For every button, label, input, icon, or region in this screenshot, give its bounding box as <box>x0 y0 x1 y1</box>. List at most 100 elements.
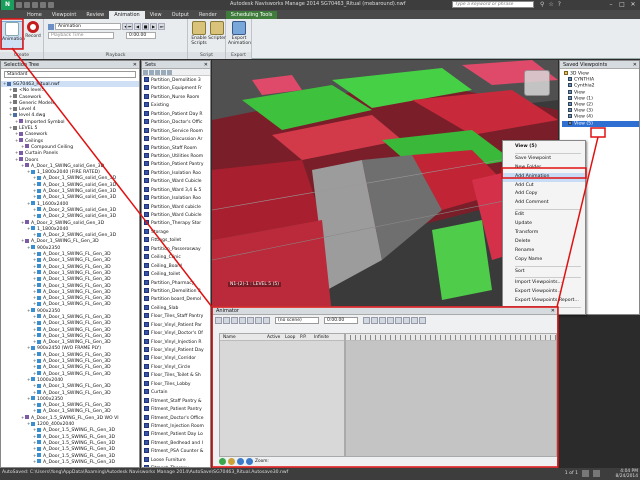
set-item[interactable]: Fitment_Doctor's Office <box>142 414 210 423</box>
menu-item-add-copy[interactable]: Add Copy <box>503 190 585 199</box>
column-header[interactable]: Active <box>264 334 282 340</box>
set-item[interactable]: Partition_Ward 3,4 & 5 <box>142 186 210 195</box>
column-header[interactable]: Name <box>220 334 264 340</box>
move-up-icon[interactable] <box>237 458 244 465</box>
menu-item-delete[interactable]: Delete <box>503 238 585 247</box>
stop-icon[interactable] <box>395 317 402 324</box>
set-item[interactable]: Partition_Isolation Roo <box>142 195 210 203</box>
set-item[interactable]: Loose Furniture <box>142 456 210 465</box>
move-down-icon[interactable] <box>246 458 253 465</box>
menu-item-import-viewpoints[interactable]: Import Viewpoints... <box>503 279 585 288</box>
delete-icon[interactable] <box>167 70 172 75</box>
set-item[interactable]: Partition_Pharmacy <box>142 279 210 288</box>
set-item[interactable]: Fitment_Injection Room <box>142 422 210 431</box>
app-menu-button[interactable]: N <box>1 0 14 10</box>
maximize-button[interactable]: □ <box>617 0 627 9</box>
set-item[interactable]: Ceiling_Board <box>142 262 210 271</box>
column-header[interactable]: P.P. <box>297 334 311 340</box>
set-item[interactable]: Existing <box>142 102 210 110</box>
record-button[interactable]: Record <box>22 21 44 49</box>
set-item[interactable]: Fitment_Bedhead and I <box>142 439 210 448</box>
play-reverse-icon[interactable] <box>379 317 386 324</box>
translate-icon[interactable] <box>215 317 222 324</box>
step-forward-icon[interactable] <box>411 317 418 324</box>
new-folder-icon[interactable] <box>155 70 160 75</box>
set-item[interactable]: Fittings_toilet <box>142 237 210 245</box>
snap-icon[interactable] <box>263 317 270 324</box>
step-back-icon[interactable] <box>371 317 378 324</box>
help-icon[interactable]: ? <box>558 1 561 9</box>
set-item[interactable]: Fitment_Staff Pantry & <box>142 397 210 406</box>
undo-icon[interactable] <box>32 2 38 8</box>
menu-item-save-viewpoint[interactable]: Save Viewpoint <box>503 155 585 164</box>
set-item[interactable]: Partition_Patient Day R <box>142 110 210 119</box>
column-header[interactable]: Loop <box>282 334 297 340</box>
set-item[interactable]: Partition_Therapy Stor <box>142 220 210 228</box>
viewcube-icon[interactable] <box>524 70 550 96</box>
save-selection-icon[interactable] <box>143 70 148 75</box>
set-item[interactable]: Fitment_Patient Day Lo <box>142 431 210 439</box>
set-item[interactable]: Floor_Vinyl_Injection R <box>142 338 210 347</box>
tab-scheduling-tools[interactable]: Scheduling Tools <box>225 11 278 19</box>
set-item[interactable]: Ceiling_toilet <box>142 271 210 279</box>
color-icon[interactable] <box>239 317 246 324</box>
set-item[interactable]: Partition_Isolation Roo <box>142 169 210 178</box>
set-item[interactable]: Partition_Doctor's Offic <box>142 119 210 127</box>
tab-view[interactable]: View <box>145 11 167 19</box>
sheet-browser-icon[interactable] <box>582 470 589 477</box>
menu-item-new-folder[interactable]: New Folder <box>503 164 585 173</box>
duplicate-icon[interactable] <box>161 70 166 75</box>
set-item[interactable]: Fitment_Patient Pantry <box>142 406 210 414</box>
close-icon[interactable]: ✕ <box>204 61 208 69</box>
save-icon[interactable] <box>24 2 30 8</box>
performance-icon[interactable] <box>593 470 600 477</box>
scene-select[interactable]: Playback Time <box>48 32 114 39</box>
set-item[interactable]: Floor_Vinyl_Doctor's Of <box>142 330 210 338</box>
set-item[interactable]: Storage <box>142 228 210 237</box>
tree-item[interactable]: + A_Door_1.5_SWING_FL_Gen_3D <box>1 459 139 465</box>
set-item[interactable]: Floor_Tiles_Staff Pantry <box>142 313 210 321</box>
set-item[interactable]: Floor_Vinyl_Patient Day <box>142 347 210 355</box>
menu-item-copy-name[interactable]: Copy Name <box>503 256 585 265</box>
set-item[interactable]: Fitment_PSA Counter & <box>142 448 210 456</box>
set-item[interactable]: Ceiling_Slab <box>142 304 210 313</box>
set-item[interactable]: Partition_Ward cubicle <box>142 203 210 212</box>
fast-forward-button[interactable]: ⏭ <box>158 23 165 30</box>
set-item[interactable]: Partition_Utilities Room <box>142 152 210 161</box>
set-item[interactable]: Floor_Vinyl_Patient Par <box>142 321 210 330</box>
save-search-icon[interactable] <box>149 70 154 75</box>
set-item[interactable]: Floor_Vinyl_Corridor <box>142 355 210 363</box>
rotate-icon[interactable] <box>223 317 230 324</box>
tab-review[interactable]: Review <box>81 11 109 19</box>
tree-mode-select[interactable]: Standard <box>4 71 136 78</box>
menu-item-add-comment[interactable]: Add Comment <box>503 199 585 208</box>
close-icon[interactable]: ✕ <box>633 61 637 69</box>
set-item[interactable]: Curtain <box>142 389 210 397</box>
transparency-icon[interactable] <box>247 317 254 324</box>
column-header[interactable]: Infinite <box>311 334 333 340</box>
print-icon[interactable] <box>48 2 54 8</box>
set-item[interactable]: Fitment_Therapy <box>142 465 210 467</box>
redo-icon[interactable] <box>40 2 46 8</box>
animator-tree[interactable]: Name Active Loop P.P. Infinite <box>219 333 345 457</box>
close-button[interactable]: ✕ <box>628 0 638 9</box>
set-item[interactable]: Partition_Ward Cubicle <box>142 212 210 220</box>
animator-timeline[interactable] <box>345 333 557 457</box>
close-icon[interactable]: ✕ <box>551 307 555 315</box>
fast-forward-icon[interactable] <box>419 317 426 324</box>
minimize-button[interactable]: – <box>606 0 616 9</box>
set-item[interactable]: Partition_Ward Cubicle <box>142 178 210 186</box>
close-icon[interactable]: ✕ <box>133 61 137 69</box>
tab-home[interactable]: Home <box>22 11 47 19</box>
viewpoint-item[interactable]: View (5) <box>562 120 639 127</box>
pause-icon[interactable] <box>387 317 394 324</box>
set-item[interactable]: Floor_Tiles_Lobby <box>142 380 210 389</box>
star-icon[interactable]: ☆ <box>548 1 553 9</box>
menu-item-export-viewpoints[interactable]: Export Viewpoints... <box>503 288 585 297</box>
play-button[interactable]: ▶ <box>150 23 157 30</box>
search-input[interactable]: Type a keyword or phrase <box>452 1 534 8</box>
tab-animation[interactable]: Animation <box>109 11 145 19</box>
open-icon[interactable] <box>16 2 22 8</box>
menu-item-rename[interactable]: Rename <box>503 247 585 256</box>
set-item[interactable]: Partition_Equipment Fr <box>142 85 210 93</box>
